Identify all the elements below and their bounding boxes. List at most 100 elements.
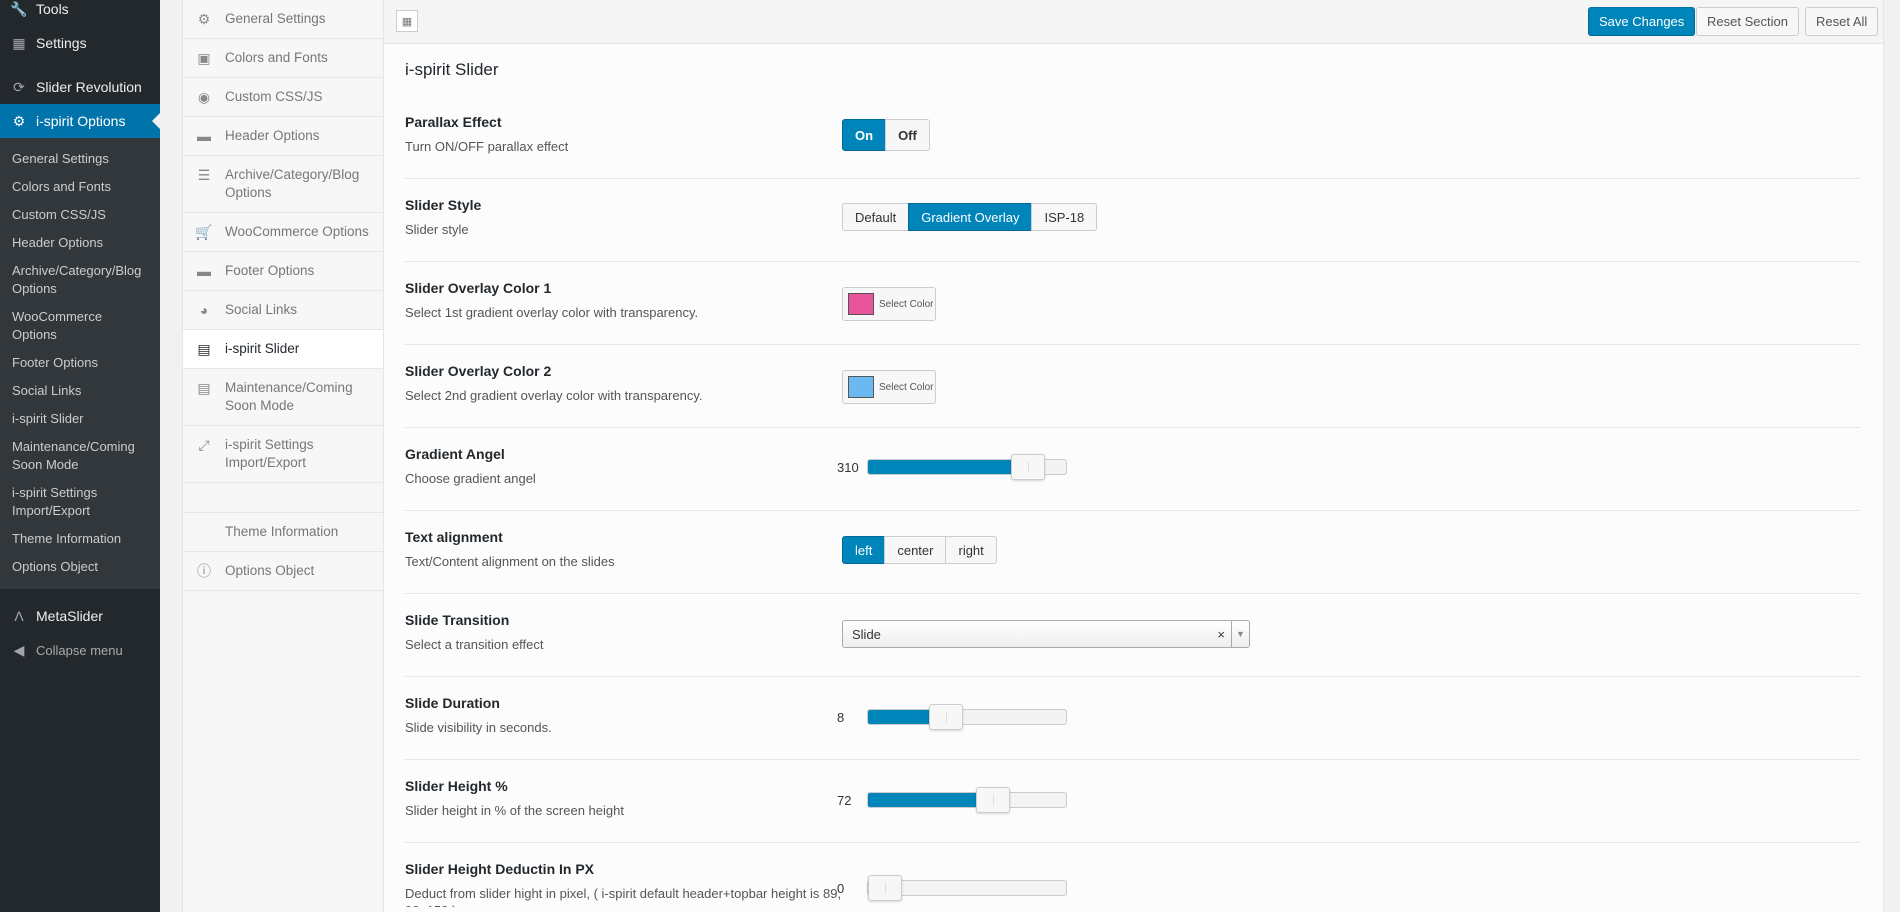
- text-alignment-options: left center right: [842, 536, 997, 564]
- submenu-item[interactable]: Maintenance/Coming Soon Mode: [0, 433, 160, 479]
- field-description: Select 2nd gradient overlay color with t…: [405, 388, 703, 403]
- chevron-down-icon[interactable]: ▼: [1231, 621, 1249, 647]
- nav-item-label: Custom CSS/JS: [225, 89, 323, 104]
- menu-item-ispirit-options[interactable]: ⚙ i-spirit Options: [0, 104, 160, 138]
- cart-icon: 🛒: [195, 224, 213, 240]
- section-title: i-spirit Slider: [405, 60, 499, 79]
- slider-handle[interactable]: [1011, 454, 1045, 480]
- field-parallax-effect: Parallax Effect Turn ON/OFF parallax eff…: [405, 96, 1860, 179]
- parallax-switch: On Off: [842, 119, 930, 151]
- slide-transition-select[interactable]: Slide × ▼: [842, 620, 1250, 648]
- nav-item-theme-information[interactable]: Theme Information: [183, 513, 383, 552]
- nav-item-label: Theme Information: [225, 524, 339, 539]
- menu-item-tools[interactable]: 🔧 Tools: [0, 0, 160, 26]
- field-label: Text alignment: [405, 529, 503, 545]
- submenu-item[interactable]: i-spirit Slider: [0, 405, 160, 433]
- nav-item-label: Options Object: [225, 563, 315, 578]
- nav-item-archive-options[interactable]: ☰ Archive/Category/Blog Options: [183, 156, 383, 213]
- submenu-item[interactable]: Archive/Category/Blog Options: [0, 257, 160, 303]
- nav-item-social-links[interactable]: ◕ Social Links: [183, 291, 383, 330]
- wrench-icon: 🔧: [10, 0, 28, 17]
- submenu-item[interactable]: i-spirit Settings Import/Export: [0, 479, 160, 525]
- parallax-off-button[interactable]: Off: [885, 119, 930, 151]
- globe-icon: ◕: [199, 302, 209, 318]
- menu-item-label: Tools: [36, 1, 69, 17]
- gears-icon: ⚙: [197, 11, 211, 27]
- parallax-on-button[interactable]: On: [842, 119, 887, 151]
- slider-handle[interactable]: [929, 704, 963, 730]
- nav-item-header-options[interactable]: ▬ Header Options: [183, 117, 383, 156]
- reset-all-button[interactable]: Reset All: [1805, 7, 1879, 36]
- style-isp18-button[interactable]: ISP-18: [1031, 203, 1098, 231]
- reset-section-button[interactable]: Reset Section: [1696, 7, 1799, 36]
- align-center-button[interactable]: center: [884, 536, 947, 564]
- info-icon: ⓘ: [197, 563, 211, 579]
- field-description: Select a transition effect: [405, 637, 544, 652]
- expand-options-button[interactable]: ▦: [396, 10, 418, 32]
- field-description: Slider style: [405, 222, 469, 237]
- nav-item-footer-options[interactable]: ▬ Footer Options: [183, 252, 383, 291]
- slider-handle[interactable]: [868, 875, 902, 901]
- nav-item-custom-css[interactable]: ◉ Custom CSS/JS: [183, 78, 383, 117]
- nav-item-label: Footer Options: [225, 263, 315, 278]
- submenu-item[interactable]: Theme Information: [0, 525, 160, 553]
- style-default-button[interactable]: Default: [842, 203, 910, 231]
- clear-icon[interactable]: ×: [1217, 627, 1225, 642]
- slider-handle[interactable]: [976, 787, 1010, 813]
- nav-item-label: Colors and Fonts: [225, 50, 328, 65]
- align-left-button[interactable]: left: [842, 536, 886, 564]
- select-color-button[interactable]: Select Color: [842, 287, 936, 321]
- list-icon: ☰: [197, 167, 211, 183]
- field-description: Deduct from slider hight in pixel, ( i-s…: [405, 886, 842, 907]
- nav-item-general-settings[interactable]: ⚙ General Settings: [183, 0, 383, 39]
- submenu-item[interactable]: WooCommerce Options: [0, 303, 160, 349]
- slider-value: 72: [837, 792, 852, 808]
- field-text-alignment: Text alignment Text/Content alignment on…: [405, 511, 1860, 594]
- select-color-button[interactable]: Select Color: [842, 370, 936, 404]
- field-slider-style: Slider Style Slider style Default Gradie…: [405, 179, 1860, 262]
- nav-item-label: Archive/Category/Blog Options: [225, 167, 360, 200]
- field-description: Choose gradient angel: [405, 471, 536, 486]
- height-deduction-slider: 0: [837, 875, 1067, 901]
- save-changes-button[interactable]: Save Changes: [1588, 7, 1696, 36]
- options-section-nav: ⚙ General Settings ▣ Colors and Fonts ◉ Cus…: [182, 0, 384, 912]
- slider-track[interactable]: [867, 454, 1067, 480]
- submenu-item[interactable]: General Settings: [0, 145, 160, 173]
- submenu-item[interactable]: Header Options: [0, 229, 160, 257]
- refresh-icon: ⟳: [13, 78, 25, 95]
- slider-track[interactable]: [867, 704, 1067, 730]
- field-label: Slider Overlay Color 2: [405, 363, 552, 379]
- field-description: Turn ON/OFF parallax effect: [405, 139, 569, 154]
- field-label: Gradient Angel: [405, 446, 505, 462]
- align-right-button[interactable]: right: [945, 536, 997, 564]
- nav-item-colors-fonts[interactable]: ▣ Colors and Fonts: [183, 39, 383, 78]
- nav-item-label: Header Options: [225, 128, 320, 143]
- nav-item-import-export[interactable]: ⤢ i-spirit Settings Import/Export: [183, 426, 383, 483]
- nav-item-options-object[interactable]: ⓘ Options Object: [183, 552, 383, 591]
- settings-icon: ▦: [12, 34, 26, 51]
- menu-item-settings[interactable]: ▦ Settings: [0, 26, 160, 60]
- select-value: Slide: [852, 626, 881, 642]
- submenu-item[interactable]: Colors and Fonts: [0, 173, 160, 201]
- admin-menu: 🔧 Tools ▦ Settings ⟳ Slider Revolution ⚙…: [0, 0, 160, 912]
- slider-track[interactable]: [867, 787, 1067, 813]
- submenu-item[interactable]: Options Object: [0, 553, 160, 581]
- collapse-menu-button[interactable]: ◀ Collapse menu: [0, 633, 160, 667]
- submenu-item[interactable]: Footer Options: [0, 349, 160, 377]
- field-slide-transition: Slide Transition Select a transition eff…: [405, 594, 1860, 677]
- nav-item-ispirit-slider[interactable]: ▤ i-spirit Slider: [183, 330, 383, 369]
- nav-item-maintenance-mode[interactable]: ▤ Maintenance/Coming Soon Mode: [183, 369, 383, 426]
- submenu-item[interactable]: Custom CSS/JS: [0, 201, 160, 229]
- field-overlay-color-1: Slider Overlay Color 1 Select 1st gradie…: [405, 262, 1860, 345]
- metaslider-icon: Λ: [14, 608, 24, 624]
- menu-item-slider-revolution[interactable]: ⟳ Slider Revolution: [0, 70, 160, 104]
- menu-item-label: Slider Revolution: [36, 79, 142, 95]
- slider-track[interactable]: [867, 875, 1067, 901]
- style-gradient-overlay-button[interactable]: Gradient Overlay: [908, 203, 1033, 231]
- field-gradient-angle: Gradient Angel Choose gradient angel 310: [405, 428, 1860, 511]
- menu-item-metaslider[interactable]: Λ MetaSlider: [0, 599, 160, 633]
- submenu-item[interactable]: Social Links: [0, 377, 160, 405]
- nav-item-woocommerce-options[interactable]: 🛒 WooCommerce Options: [183, 213, 383, 252]
- menu-item-label: i-spirit Options: [36, 113, 126, 129]
- nav-item-label: i-spirit Settings Import/Export: [225, 437, 314, 470]
